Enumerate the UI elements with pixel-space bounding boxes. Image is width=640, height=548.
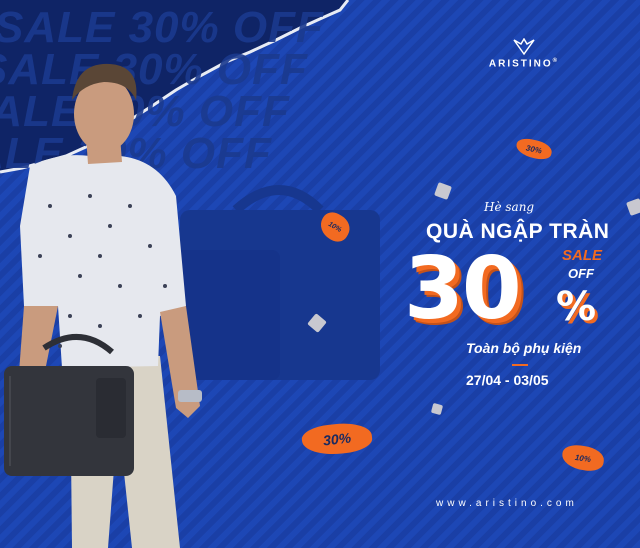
brand-logo[interactable]: ARISTINO® (484, 38, 564, 69)
trademark: ® (552, 58, 560, 64)
brand-name: ARISTINO (488, 58, 553, 70)
subline: Toàn bộ phụ kiện (466, 340, 582, 356)
promo-banner: SALE 30% OFF SALE 30% OFF SALE 30% OFF S… (0, 0, 640, 548)
website-link[interactable]: www.aristino.com (436, 498, 578, 509)
model-photo (4, 63, 202, 548)
script-line: Hè sang (484, 200, 535, 214)
off-label: OFF (568, 266, 594, 281)
promo-dates: 27/04 - 03/05 (466, 372, 549, 388)
background-sale-text: SALE 30% OFF (0, 3, 324, 52)
sale-label: SALE (562, 247, 603, 264)
divider (512, 364, 528, 366)
discount-number: 30 (404, 239, 522, 339)
percent-sign: % (556, 284, 597, 330)
eagle-icon (513, 38, 535, 56)
